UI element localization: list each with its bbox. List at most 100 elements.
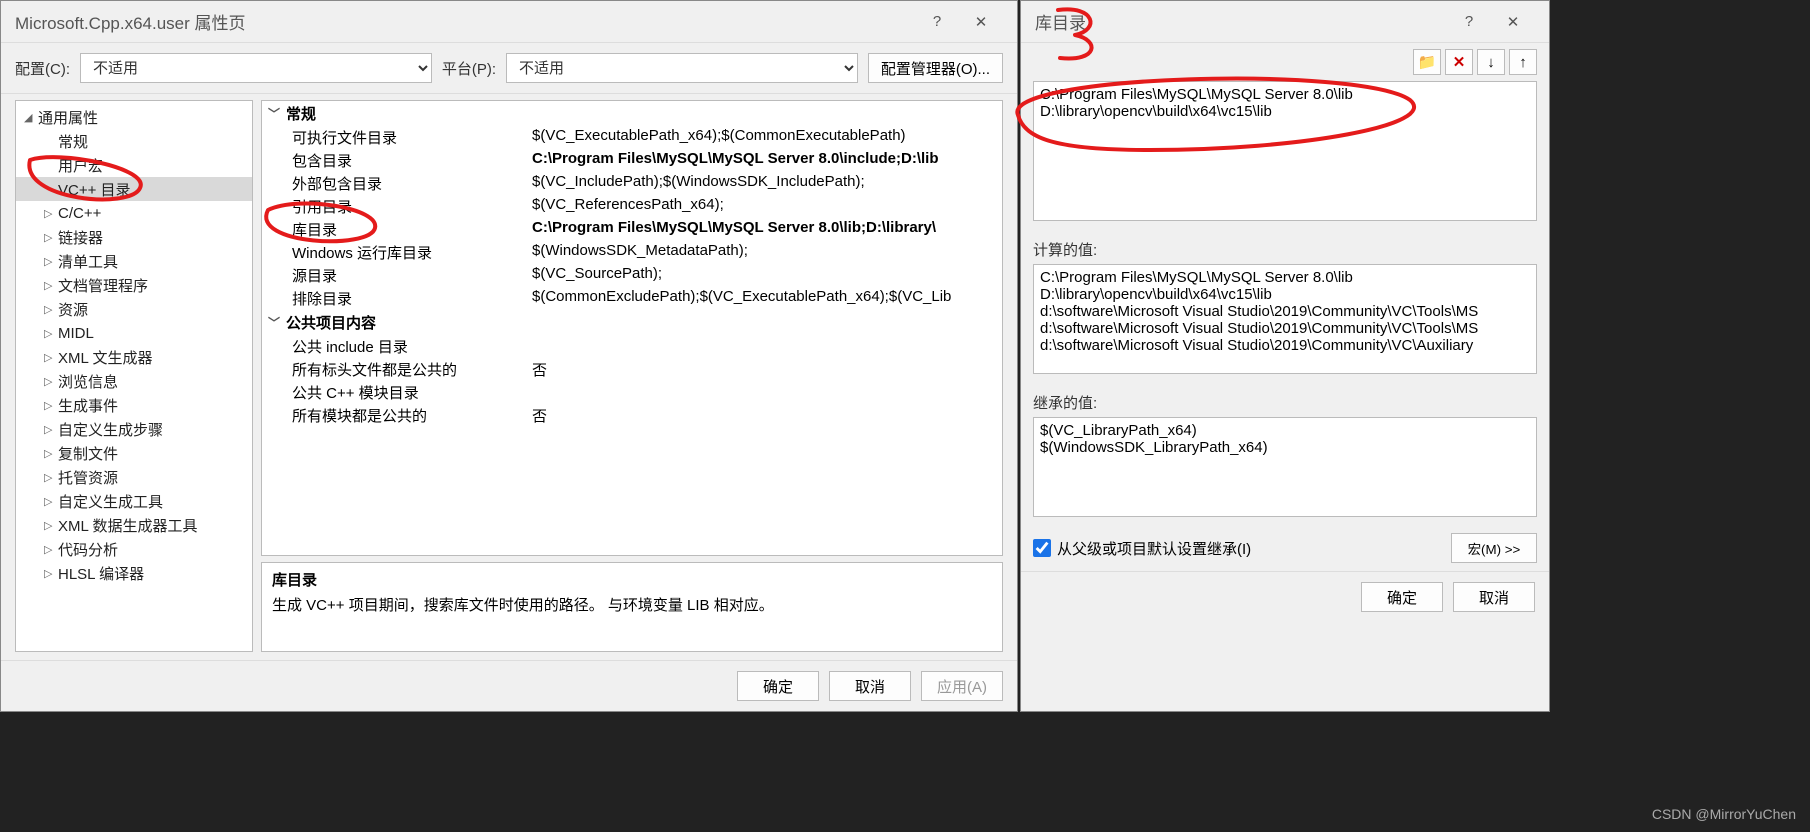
property-value: $(WindowsSDK_MetadataPath);: [532, 242, 1002, 263]
tree-item[interactable]: ▷托管资源: [16, 465, 252, 489]
library-dir-dialog: 库目录 ? ✕ 📁 ✕ ↓ ↑ 计算的值: 继承的值: 从父级或项目默认设置继承…: [1020, 0, 1550, 712]
watermark: CSDN @MirrorYuChen: [1652, 806, 1796, 822]
property-value: C:\Program Files\MySQL\MySQL Server 8.0\…: [532, 150, 1002, 171]
new-folder-icon[interactable]: 📁: [1413, 49, 1441, 75]
config-manager-button[interactable]: 配置管理器(O)...: [868, 53, 1003, 83]
property-key: 源目录: [292, 265, 532, 286]
inherited-label: 继承的值:: [1033, 392, 1537, 413]
ok-button[interactable]: 确定: [737, 671, 819, 701]
close-button[interactable]: ✕: [1491, 7, 1535, 37]
cancel-button[interactable]: 取消: [829, 671, 911, 701]
tree-item[interactable]: ▷XML 文生成器: [16, 345, 252, 369]
tree-item[interactable]: ▷自定义生成工具: [16, 489, 252, 513]
platform-select[interactable]: 不适用: [506, 53, 858, 83]
property-row[interactable]: 所有模块都是公共的否: [262, 404, 1002, 427]
category-tree[interactable]: ◢通用属性常规用户宏VC++ 目录▷C/C++▷链接器▷清单工具▷文档管理程序▷…: [15, 100, 253, 652]
property-row[interactable]: 可执行文件目录$(VC_ExecutablePath_x64);$(Common…: [262, 126, 1002, 149]
footer: 确定 取消: [1021, 571, 1549, 622]
property-row[interactable]: 外部包含目录$(VC_IncludePath);$(WindowsSDK_Inc…: [262, 172, 1002, 195]
tree-item[interactable]: ▷MIDL: [16, 321, 252, 345]
description-box: 库目录 生成 VC++ 项目期间，搜索库文件时使用的路径。 与环境变量 LIB …: [261, 562, 1003, 652]
tree-item[interactable]: 用户宏: [16, 153, 252, 177]
ok-button[interactable]: 确定: [1361, 582, 1443, 612]
tree-root[interactable]: ◢通用属性: [16, 105, 252, 129]
property-value: 否: [532, 405, 1002, 426]
window-title: Microsoft.Cpp.x64.user 属性页: [15, 9, 915, 34]
property-key: 可执行文件目录: [292, 127, 532, 148]
property-row[interactable]: 公共 C++ 模块目录: [262, 381, 1002, 404]
apply-button[interactable]: 应用(A): [921, 671, 1003, 701]
inherited-list: [1033, 417, 1537, 517]
titlebar: 库目录 ? ✕: [1021, 1, 1549, 43]
description-text: 生成 VC++ 项目期间，搜索库文件时使用的路径。 与环境变量 LIB 相对应。: [272, 594, 992, 615]
property-row[interactable]: 包含目录C:\Program Files\MySQL\MySQL Server …: [262, 149, 1002, 172]
property-key: 包含目录: [292, 150, 532, 171]
property-key: 所有模块都是公共的: [292, 405, 532, 426]
property-key: 所有标头文件都是公共的: [292, 359, 532, 380]
property-value: 否: [532, 359, 1002, 380]
cancel-button[interactable]: 取消: [1453, 582, 1535, 612]
property-value: $(VC_ExecutablePath_x64);$(CommonExecuta…: [532, 127, 1002, 148]
property-group[interactable]: ﹀公共项目内容: [262, 310, 1002, 335]
tree-item[interactable]: ▷生成事件: [16, 393, 252, 417]
config-select[interactable]: 不适用: [80, 53, 432, 83]
tree-item[interactable]: ▷HLSL 编译器: [16, 561, 252, 585]
tree-item[interactable]: ▷清单工具: [16, 249, 252, 273]
property-row[interactable]: Windows 运行库目录$(WindowsSDK_MetadataPath);: [262, 241, 1002, 264]
property-key: 引用目录: [292, 196, 532, 217]
tree-item[interactable]: ▷链接器: [16, 225, 252, 249]
tree-item[interactable]: ▷资源: [16, 297, 252, 321]
description-title: 库目录: [272, 569, 992, 590]
tree-item[interactable]: ▷C/C++: [16, 201, 252, 225]
property-key: 外部包含目录: [292, 173, 532, 194]
close-button[interactable]: ✕: [959, 7, 1003, 37]
delete-icon[interactable]: ✕: [1445, 49, 1473, 75]
paths-input[interactable]: [1033, 81, 1537, 221]
property-row[interactable]: 引用目录$(VC_ReferencesPath_x64);: [262, 195, 1002, 218]
property-value: [532, 382, 1002, 403]
property-key: 公共 C++ 模块目录: [292, 382, 532, 403]
config-row: 配置(C): 不适用 平台(P): 不适用 配置管理器(O)...: [1, 43, 1017, 94]
property-group[interactable]: ﹀常规: [262, 101, 1002, 126]
toolbar: 📁 ✕ ↓ ↑: [1021, 43, 1549, 77]
computed-list: [1033, 264, 1537, 374]
config-label: 配置(C):: [15, 58, 70, 79]
tree-item[interactable]: ▷XML 数据生成器工具: [16, 513, 252, 537]
property-value: $(VC_IncludePath);$(WindowsSDK_IncludePa…: [532, 173, 1002, 194]
computed-label: 计算的值:: [1033, 239, 1537, 260]
property-page-dialog: Microsoft.Cpp.x64.user 属性页 ? ✕ 配置(C): 不适…: [0, 0, 1018, 712]
tree-item[interactable]: ▷代码分析: [16, 537, 252, 561]
property-row[interactable]: 公共 include 目录: [262, 335, 1002, 358]
property-key: 排除目录: [292, 288, 532, 309]
help-button[interactable]: ?: [915, 7, 959, 37]
inherit-checkbox[interactable]: [1033, 539, 1051, 557]
platform-label: 平台(P):: [442, 58, 496, 79]
inherit-checkbox-label[interactable]: 从父级或项目默认设置继承(I): [1033, 538, 1251, 559]
tree-item[interactable]: 常规: [16, 129, 252, 153]
inherit-text: 从父级或项目默认设置继承(I): [1057, 538, 1251, 559]
help-button[interactable]: ?: [1447, 7, 1491, 37]
property-grid[interactable]: ﹀常规可执行文件目录$(VC_ExecutablePath_x64);$(Com…: [261, 100, 1003, 556]
inherit-row: 从父级或项目默认设置继承(I) 宏(M) >>: [1021, 525, 1549, 571]
property-value: $(VC_ReferencesPath_x64);: [532, 196, 1002, 217]
property-key: 公共 include 目录: [292, 336, 532, 357]
macro-button[interactable]: 宏(M) >>: [1451, 533, 1537, 563]
move-down-icon[interactable]: ↓: [1477, 49, 1505, 75]
property-value: $(CommonExcludePath);$(VC_ExecutablePath…: [532, 288, 1002, 309]
property-key: Windows 运行库目录: [292, 242, 532, 263]
titlebar: Microsoft.Cpp.x64.user 属性页 ? ✕: [1, 1, 1017, 43]
tree-item[interactable]: VC++ 目录: [16, 177, 252, 201]
tree-item[interactable]: ▷文档管理程序: [16, 273, 252, 297]
window-title: 库目录: [1035, 9, 1447, 34]
footer: 确定 取消 应用(A): [1, 660, 1017, 711]
move-up-icon[interactable]: ↑: [1509, 49, 1537, 75]
tree-item[interactable]: ▷自定义生成步骤: [16, 417, 252, 441]
property-row[interactable]: 源目录$(VC_SourcePath);: [262, 264, 1002, 287]
property-row[interactable]: 所有标头文件都是公共的否: [262, 358, 1002, 381]
tree-item[interactable]: ▷复制文件: [16, 441, 252, 465]
property-key: 库目录: [292, 219, 532, 240]
property-row[interactable]: 排除目录$(CommonExcludePath);$(VC_Executable…: [262, 287, 1002, 310]
property-value: $(VC_SourcePath);: [532, 265, 1002, 286]
property-row[interactable]: 库目录C:\Program Files\MySQL\MySQL Server 8…: [262, 218, 1002, 241]
tree-item[interactable]: ▷浏览信息: [16, 369, 252, 393]
